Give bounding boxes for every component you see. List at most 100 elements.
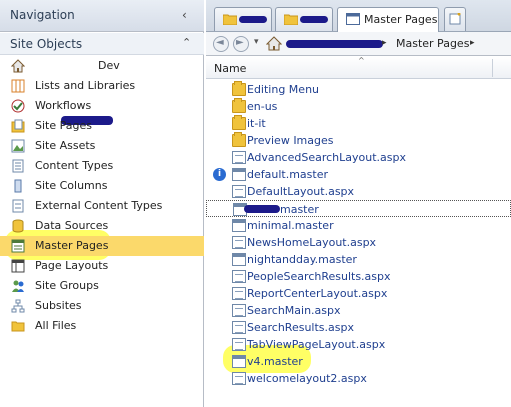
list-item[interactable]: welcomelayout2.aspx [206,370,511,387]
aspx-page-icon [232,185,246,198]
file-name[interactable]: v4.master [247,355,303,368]
nav-item-label: Lists and Libraries [35,79,136,92]
nav-item-all-files[interactable]: All Files [0,316,204,336]
file-name[interactable]: default.master [247,168,328,181]
list-item[interactable]: DefaultLayout.aspx [206,183,511,200]
list-item[interactable]: v4.master [206,353,511,370]
nav-item-external-content-types[interactable]: External Content Types [0,196,204,216]
file-name[interactable]: NewsHomeLayout.aspx [247,236,376,249]
nav-item-workflows[interactable]: Workflows [0,96,204,116]
content-types-icon [12,159,24,173]
lists-icon [11,79,25,93]
breadcrumb-master-pages[interactable]: Master Pages [396,37,469,50]
collapse-navigation-icon[interactable]: ‹ [182,8,187,22]
subsites-icon [11,299,25,313]
aspx-page-icon [232,151,246,164]
list-item[interactable]: SearchResults.aspx [206,319,511,336]
list-item[interactable]: SearchMain.aspx [206,302,511,319]
list-item[interactable]: i default.master [206,166,511,183]
address-bar: ◄ ► ▾ ▸ Master Pages ▸ [206,32,511,56]
file-name[interactable]: welcomelayout2.aspx [247,372,367,385]
home-icon[interactable] [266,36,282,51]
navigation-header: Navigation ‹ [0,0,204,32]
nav-item-label: All Files [35,319,77,332]
file-name[interactable]: DefaultLayout.aspx [247,185,354,198]
nav-item-site-columns[interactable]: Site Columns [0,176,204,196]
column-header[interactable]: Name ^ [206,56,511,79]
list-item[interactable]: AdvancedSearchLayout.aspx [206,149,511,166]
file-name[interactable]: it-it [247,117,266,130]
tab-site[interactable] [214,7,272,31]
new-tab-button[interactable] [444,7,466,31]
column-divider[interactable] [492,59,493,77]
aspx-page-icon [232,321,246,334]
nav-item-label: Subsites [35,299,82,312]
folder-icon [284,14,298,25]
redacted-site-crumb[interactable] [286,40,383,48]
nav-item-site-assets[interactable]: Site Assets [0,136,204,156]
file-name[interactable]: ReportCenterLayout.aspx [247,287,387,300]
site-objects-header[interactable]: Site Objects ⌃ [0,33,204,55]
navigation-title: Navigation [10,8,75,22]
column-name-label[interactable]: Name [214,62,246,75]
file-name[interactable]: nightandday.master [247,253,357,266]
nav-item-label: Dev [98,59,120,72]
list-item-selected[interactable]: master [206,200,511,217]
nav-item-site-pages[interactable]: Site Pages [0,116,204,136]
nav-item-site-groups[interactable]: Site Groups [0,276,204,296]
list-item[interactable]: TabViewPageLayout.aspx [206,336,511,353]
file-name[interactable]: Editing Menu [247,83,319,96]
nav-item-master-pages[interactable]: Master Pages [0,236,204,256]
nav-item-page-layouts[interactable]: Page Layouts [0,256,204,276]
nav-item-lists-and-libraries[interactable]: Lists and Libraries [0,76,204,96]
nav-item-label: Data Sources [35,219,109,232]
collapse-section-icon[interactable]: ⌃ [182,36,191,49]
back-button[interactable]: ◄ [213,36,229,52]
list-item[interactable]: ReportCenterLayout.aspx [206,285,511,302]
list-item[interactable]: it-it [206,115,511,132]
breadcrumb-separator-icon[interactable]: ▸ [470,38,475,48]
file-name[interactable]: TabViewPageLayout.aspx [247,338,385,351]
nav-item-label: Site Pages [35,119,92,132]
file-name[interactable]: AdvancedSearchLayout.aspx [247,151,406,164]
nav-item-home[interactable]: Dev [0,56,204,125]
nav-item-label: Workflows [35,99,92,112]
file-name[interactable]: PeopleSearchResults.aspx [247,270,391,283]
tab-master-pages[interactable]: Master Pages [337,7,439,32]
master-pages-icon [11,239,25,253]
master-page-icon [232,168,246,181]
master-page-icon [232,253,246,266]
site-objects-title: Site Objects [10,37,83,51]
file-name[interactable]: SearchResults.aspx [247,321,354,334]
external-content-icon [12,199,24,213]
nav-item-data-sources[interactable]: Data Sources [0,216,204,236]
tab-site-2[interactable] [275,7,333,31]
nav-item-label: Content Types [35,159,114,172]
file-name[interactable]: en-us [247,100,277,113]
nav-item-content-types[interactable]: Content Types [0,156,204,176]
list-item[interactable]: NewsHomeLayout.aspx [206,234,511,251]
all-files-icon [11,321,25,332]
list-item[interactable]: nightandday.master [206,251,511,268]
list-item[interactable]: Editing Menu [206,81,511,98]
file-name[interactable]: SearchMain.aspx [247,304,341,317]
file-name[interactable]: master [280,203,319,216]
page-layouts-icon [11,259,25,273]
info-icon[interactable]: i [213,168,226,181]
aspx-page-icon [232,236,246,249]
history-dropdown-icon[interactable]: ▾ [254,37,259,47]
folder-icon [232,115,246,130]
nav-item-subsites[interactable]: Subsites [0,296,204,316]
list-item[interactable]: Preview Images [206,132,511,149]
list-item[interactable]: PeopleSearchResults.aspx [206,268,511,285]
list-item[interactable]: minimal.master [206,217,511,234]
file-name[interactable]: minimal.master [247,219,334,232]
forward-button[interactable]: ► [233,36,249,52]
main-pane: Master Pages ◄ ► ▾ ▸ Master Pages ▸ Name… [206,0,511,407]
list-item[interactable]: en-us [206,98,511,115]
data-sources-icon [12,219,24,233]
new-tab-icon [449,13,461,25]
home-icon [11,59,25,73]
breadcrumb-separator-icon[interactable]: ▸ [382,38,387,48]
file-name[interactable]: Preview Images [247,134,334,147]
